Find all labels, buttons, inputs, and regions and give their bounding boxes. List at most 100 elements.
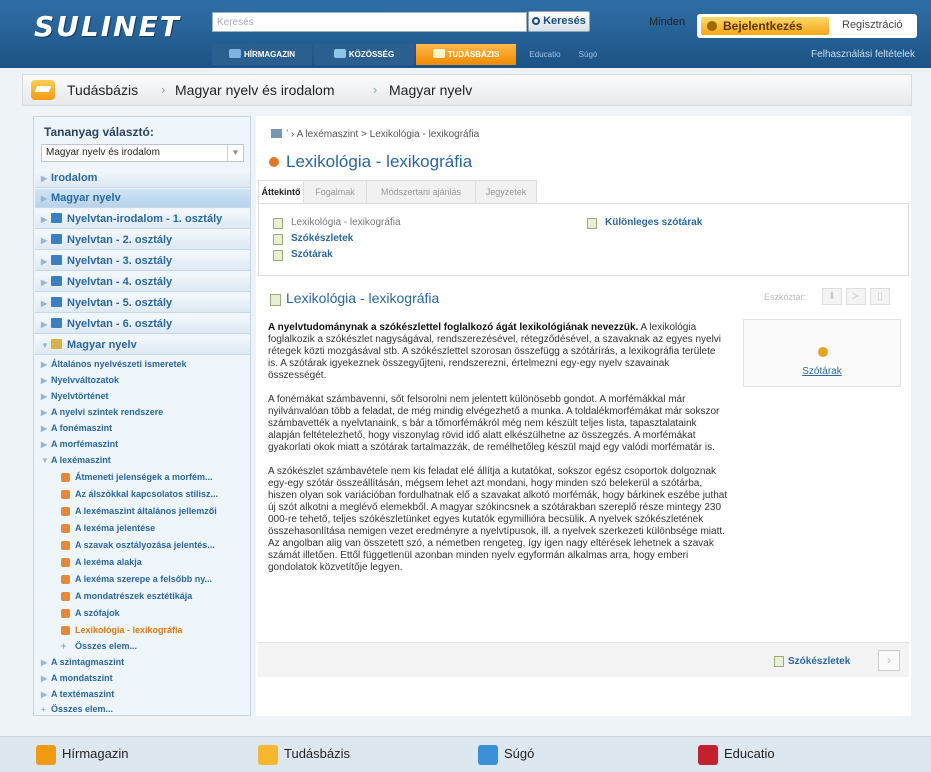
sidebar-item-osztaly-4[interactable]: ▶ Nyelvtan - 4. osztály (35, 273, 250, 292)
sidebar-leaf[interactable]: A szófajok (35, 605, 250, 622)
paragraph-lead: A nyelvtudománynak a szókészlettel fogla… (268, 322, 639, 333)
lesson-icon (61, 558, 70, 567)
lesson-icon (61, 473, 70, 482)
sidebar-item-osztaly-6[interactable]: ▶ Nyelvtan - 6. osztály (35, 315, 250, 334)
sidebar-leaf[interactable]: A mondatrészek esztétikája (35, 588, 250, 605)
share-icon[interactable]: ≻ (846, 288, 866, 305)
footer-link-sugo[interactable]: Súgó (504, 746, 534, 761)
sidebar-leaf[interactable]: A lexémaszint általános jellemzői (35, 503, 250, 520)
sidebar-leaf[interactable]: Átmeneti jelenségek a morfém... (35, 469, 250, 486)
register-link[interactable]: Regisztráció (842, 19, 903, 31)
login-label: Bejelentkezés (723, 19, 803, 33)
document-icon (273, 234, 283, 245)
search-box: Minden ▼ (212, 12, 722, 32)
document-icon (270, 294, 281, 306)
nav-tab-label: HÍRMAGAZIN (243, 50, 296, 59)
link-szokeszletek[interactable]: Szókészletek (273, 233, 353, 245)
chevron-right-icon: ▶ (41, 194, 48, 203)
chevron-right-icon: ▶ (41, 299, 48, 308)
next-button[interactable]: › (878, 650, 900, 671)
terms-link[interactable]: Felhasználási feltételek (811, 44, 915, 65)
sidebar-title: Tananyag választó: (44, 125, 154, 139)
chevron-right-icon: ▶ (41, 690, 48, 699)
sidebar-subitem[interactable]: ▶ Nyelvtörténet (35, 389, 250, 404)
sidebar-subitem[interactable]: ▶ Általános nyelvészeti ismeretek (35, 357, 250, 372)
related-link-szotarak[interactable]: Szótárak (744, 366, 900, 377)
download-icon[interactable]: ⬇ (822, 288, 842, 305)
breadcrumb-item-magyar-nyelv[interactable]: Magyar nyelv (389, 82, 472, 98)
book-icon (51, 318, 62, 328)
search-input[interactable] (217, 15, 437, 30)
sidebar-item-irodalom[interactable]: ▶ Irodalom (35, 169, 250, 188)
breadcrumb-item-tudasbazis[interactable]: Tudásbázis (67, 82, 138, 98)
sulinet-logo[interactable]: SULINET (34, 10, 181, 43)
breadcrumb-item-magyar-nyelv-es-irodalom[interactable]: Magyar nyelv és irodalom (175, 82, 335, 98)
footer-link-hirmagazin[interactable]: Hírmagazin (62, 746, 128, 761)
sidebar-subitem[interactable]: ▶ A mondatszint (35, 671, 250, 686)
chevron-down-icon[interactable]: ▼ (227, 145, 243, 161)
link-lexikologia[interactable]: Lexikológia - lexikográfia (273, 217, 401, 229)
link-kulonleges-szotarak[interactable]: Különleges szótárak (587, 217, 702, 229)
lesson-icon (61, 592, 70, 601)
sidebar-item-magyar-nyelv[interactable]: ▶ Magyar nyelv (35, 189, 250, 208)
sidebar-item-magyar-nyelv-book[interactable]: ▼ Magyar nyelv (35, 336, 250, 355)
chevron-right-icon: ▶ (41, 236, 48, 245)
lesson-icon (61, 507, 70, 516)
chevron-right-icon: ▶ (41, 674, 48, 683)
footer-link-tudasbazis[interactable]: Tudásbázis (284, 746, 350, 761)
nav-tab-hirmagazin[interactable]: HÍRMAGAZIN (212, 44, 312, 65)
link-label: Szótárak (291, 249, 333, 260)
tab-modszertani-ajanlas[interactable]: Módszertani ajánlás (366, 180, 476, 204)
nav-tab-kozosseg[interactable]: KÖZÖSSÉG (314, 44, 414, 65)
login-button[interactable]: Bejelentkezés (701, 17, 829, 35)
lesson-icon (61, 609, 70, 618)
subject-select[interactable]: Magyar nyelv és irodalom ▼ (41, 144, 244, 162)
search-scope-select[interactable]: Minden (649, 16, 685, 28)
sidebar-leaf-current[interactable]: Lexikológia - lexikográfia (35, 622, 250, 639)
chevron-right-icon: ▶ (41, 320, 48, 329)
search-button[interactable]: Keresés (528, 11, 590, 32)
sidebar-leaf[interactable]: A lexéma szerepe a felsőbb ny... (35, 571, 250, 588)
sidebar-item-osztaly-5[interactable]: ▶ Nyelvtan - 5. osztály (35, 294, 250, 313)
nav-tab-sugo[interactable]: Súgó (568, 44, 608, 65)
sidebar-subitem[interactable]: ▶ Nyelvváltozatok (35, 373, 250, 388)
link-szotarak[interactable]: Szótárak (273, 249, 333, 261)
lesson-icon (61, 524, 70, 533)
sidebar-subitem[interactable]: ▶ A morfémaszint (35, 437, 250, 452)
sidebar-leaf[interactable]: A lexéma alakja (35, 554, 250, 571)
sidebar-item-label: Nyelvtan-irodalom - 1. osztály (67, 213, 223, 225)
sidebar-item-osztaly-2[interactable]: ▶ Nyelvtan - 2. osztály (35, 231, 250, 250)
paragraph-text: A fonémákat számbavenni, sőt felsorolni … (268, 394, 720, 453)
print-icon[interactable]: ▯ (870, 288, 890, 305)
footer-link-educatio[interactable]: Educatio (724, 746, 775, 761)
sidebar-leaf-more[interactable]: + Összes elem... (35, 638, 250, 655)
nav-tab-educatio[interactable]: Educatio (520, 44, 570, 65)
sidebar-item-osztaly-3[interactable]: ▶ Nyelvtan - 3. osztály (35, 252, 250, 271)
tab-attekinto[interactable]: Áttekintő (258, 180, 304, 204)
sidebar-leaf[interactable]: Az álszókkal kapcsolatos stilisz... (35, 486, 250, 503)
sidebar-item-osztaly-1[interactable]: ▶ Nyelvtan-irodalom - 1. osztály (35, 210, 250, 229)
sidebar-subitem[interactable]: ▶ A fonémaszint (35, 421, 250, 436)
sidebar-leaf[interactable]: A lexéma jelentése (35, 520, 250, 537)
sidebar-subitem-lexemaszint[interactable]: ▼ A lexémaszint (35, 453, 250, 468)
lesson-icon (61, 575, 70, 584)
chevron-right-icon: ▶ (41, 408, 48, 417)
help-icon (478, 745, 498, 765)
top-header: SULINET Minden ▼ Keresés Bejelentkezés R… (0, 0, 931, 68)
key-icon (707, 21, 717, 31)
content-breadcrumb[interactable]: ʼ › A lexémaszint > Lexikológia - lexiko… (271, 129, 479, 140)
tab-fogalmak[interactable]: Fogalmak (303, 180, 367, 204)
next-page-link[interactable]: Szókészletek (788, 656, 850, 667)
sidebar-more-label: Összes elem... (51, 704, 114, 714)
sidebar-more[interactable]: + Összes elem... (35, 702, 250, 717)
nav-tab-label: KÖZÖSSÉG (348, 50, 395, 59)
chevron-right-icon: ▶ (41, 658, 48, 667)
sidebar-subitem[interactable]: ▶ A szintagmaszint (35, 655, 250, 670)
sidebar-subitem-label: A nyelvi szintek rendszere (51, 407, 164, 417)
sidebar-leaf[interactable]: A szavak osztályozása jelentés... (35, 537, 250, 554)
sidebar-subitem[interactable]: ▶ A textémaszint (35, 687, 250, 702)
sidebar-leaf-label: A lexéma szerepe a felsőbb ny... (75, 574, 213, 584)
tab-jegyzetek[interactable]: Jegyzetek (475, 180, 537, 204)
sidebar-subitem[interactable]: ▶ A nyelvi szintek rendszere (35, 405, 250, 420)
nav-tab-tudasbazis[interactable]: TUDÁSBÁZIS (416, 44, 516, 65)
